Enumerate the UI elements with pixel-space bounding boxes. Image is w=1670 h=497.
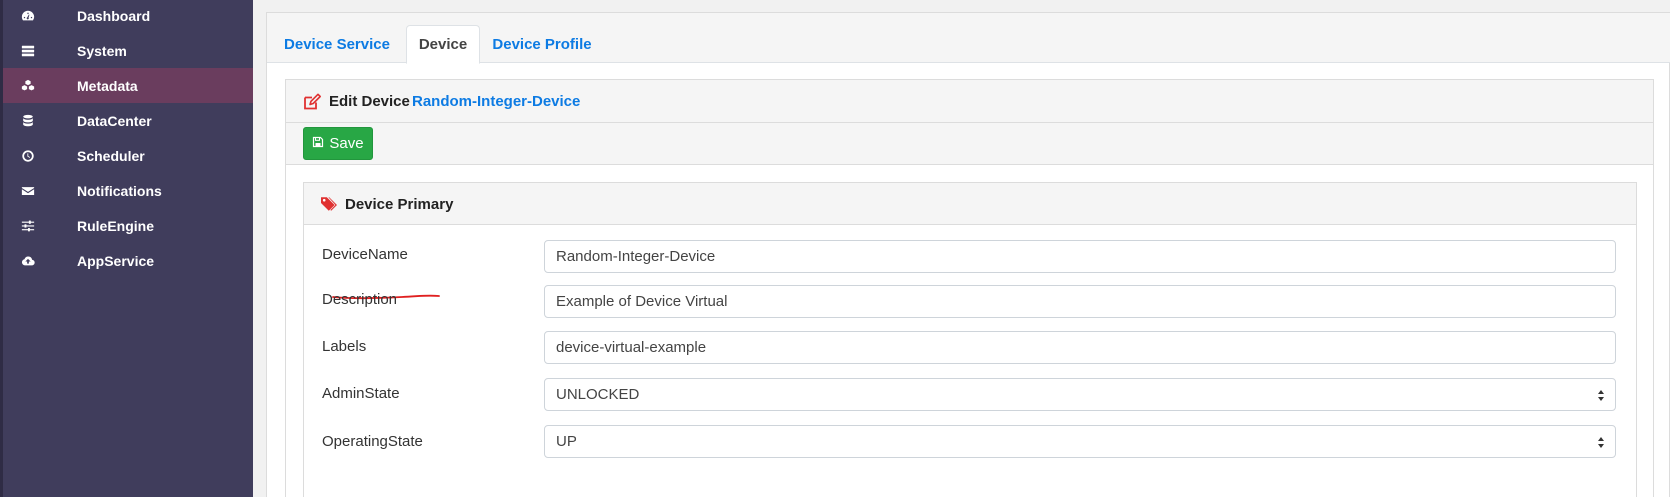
edit-device-card: Edit Device Random-Integer-Device Save D…: [285, 79, 1654, 497]
sidebar-item-label: Dashboard: [77, 7, 151, 24]
labels-input[interactable]: [544, 331, 1616, 364]
sidebar: Dashboard System Metadata DataCenter Sch…: [0, 0, 253, 497]
envelope-icon: [18, 173, 38, 208]
device-primary-header: Device Primary: [304, 183, 1636, 225]
device-name-label-text: DeviceName: [322, 246, 408, 263]
device-primary-panel: Device Primary DeviceName Description La…: [303, 182, 1637, 497]
sidebar-item-label: AppService: [77, 252, 155, 269]
device-name-input[interactable]: [544, 240, 1616, 273]
edit-icon: [302, 92, 322, 112]
sidebar-item-label: System: [77, 42, 127, 59]
sidebar-item-notifications[interactable]: Notifications: [3, 173, 253, 208]
sliders-icon: [18, 208, 38, 243]
sidebar-item-appservice[interactable]: AppService: [3, 243, 253, 278]
operating-state-value: UP: [556, 433, 577, 450]
sidebar-item-datacenter[interactable]: DataCenter: [3, 103, 253, 138]
save-label: Save: [329, 135, 364, 152]
admin-state-select[interactable]: UNLOCKED: [544, 378, 1616, 411]
sidebar-item-label: Notifications: [77, 182, 162, 199]
sidebar-item-label: Metadata: [77, 77, 138, 94]
edit-device-header: Edit Device Random-Integer-Device: [286, 80, 1653, 123]
admin-state-label: AdminState: [322, 385, 400, 402]
edit-device-name-link[interactable]: Random-Integer-Device: [412, 93, 580, 110]
labels-label: Labels: [322, 338, 367, 355]
device-primary-title: Device Primary: [345, 196, 454, 213]
sidebar-item-scheduler[interactable]: Scheduler: [3, 138, 253, 173]
tab-bar: Device Service Device Device Profile: [267, 13, 1670, 64]
cloud-upload-icon: [18, 243, 38, 278]
tab-device[interactable]: Device: [406, 25, 480, 64]
sidebar-item-label: RuleEngine: [77, 217, 155, 234]
edit-toolbar: Save: [286, 123, 1653, 165]
operating-state-select[interactable]: UP: [544, 425, 1616, 458]
tab-device-profile[interactable]: Device Profile: [486, 25, 598, 63]
sidebar-item-system[interactable]: System: [3, 33, 253, 68]
edit-device-title: Edit Device: [329, 93, 410, 110]
operating-state-label: OperatingState: [322, 433, 423, 450]
save-icon: [312, 135, 324, 152]
select-caret-icon: [1598, 437, 1604, 448]
description-label: Description: [322, 291, 398, 308]
sidebar-item-label: DataCenter: [77, 112, 152, 129]
server-icon: [18, 33, 38, 68]
database-icon: [18, 103, 38, 138]
tags-icon: [320, 195, 340, 213]
device-name-label: DeviceName: [322, 246, 440, 300]
clock-icon: [18, 138, 38, 173]
dashboard-icon: [18, 0, 38, 33]
sidebar-item-metadata[interactable]: Metadata: [3, 68, 253, 103]
sidebar-item-ruleengine[interactable]: RuleEngine: [3, 208, 253, 243]
sidebar-item-label: Scheduler: [77, 147, 145, 164]
cubes-icon: [18, 68, 38, 103]
main-card: Device Service Device Device Profile Edi…: [266, 12, 1670, 497]
save-button[interactable]: Save: [303, 127, 373, 160]
description-input[interactable]: [544, 285, 1616, 318]
admin-state-value: UNLOCKED: [556, 386, 640, 403]
select-caret-icon: [1598, 390, 1604, 401]
sidebar-item-dashboard[interactable]: Dashboard: [3, 0, 253, 33]
tab-device-service[interactable]: Device Service: [274, 25, 400, 63]
